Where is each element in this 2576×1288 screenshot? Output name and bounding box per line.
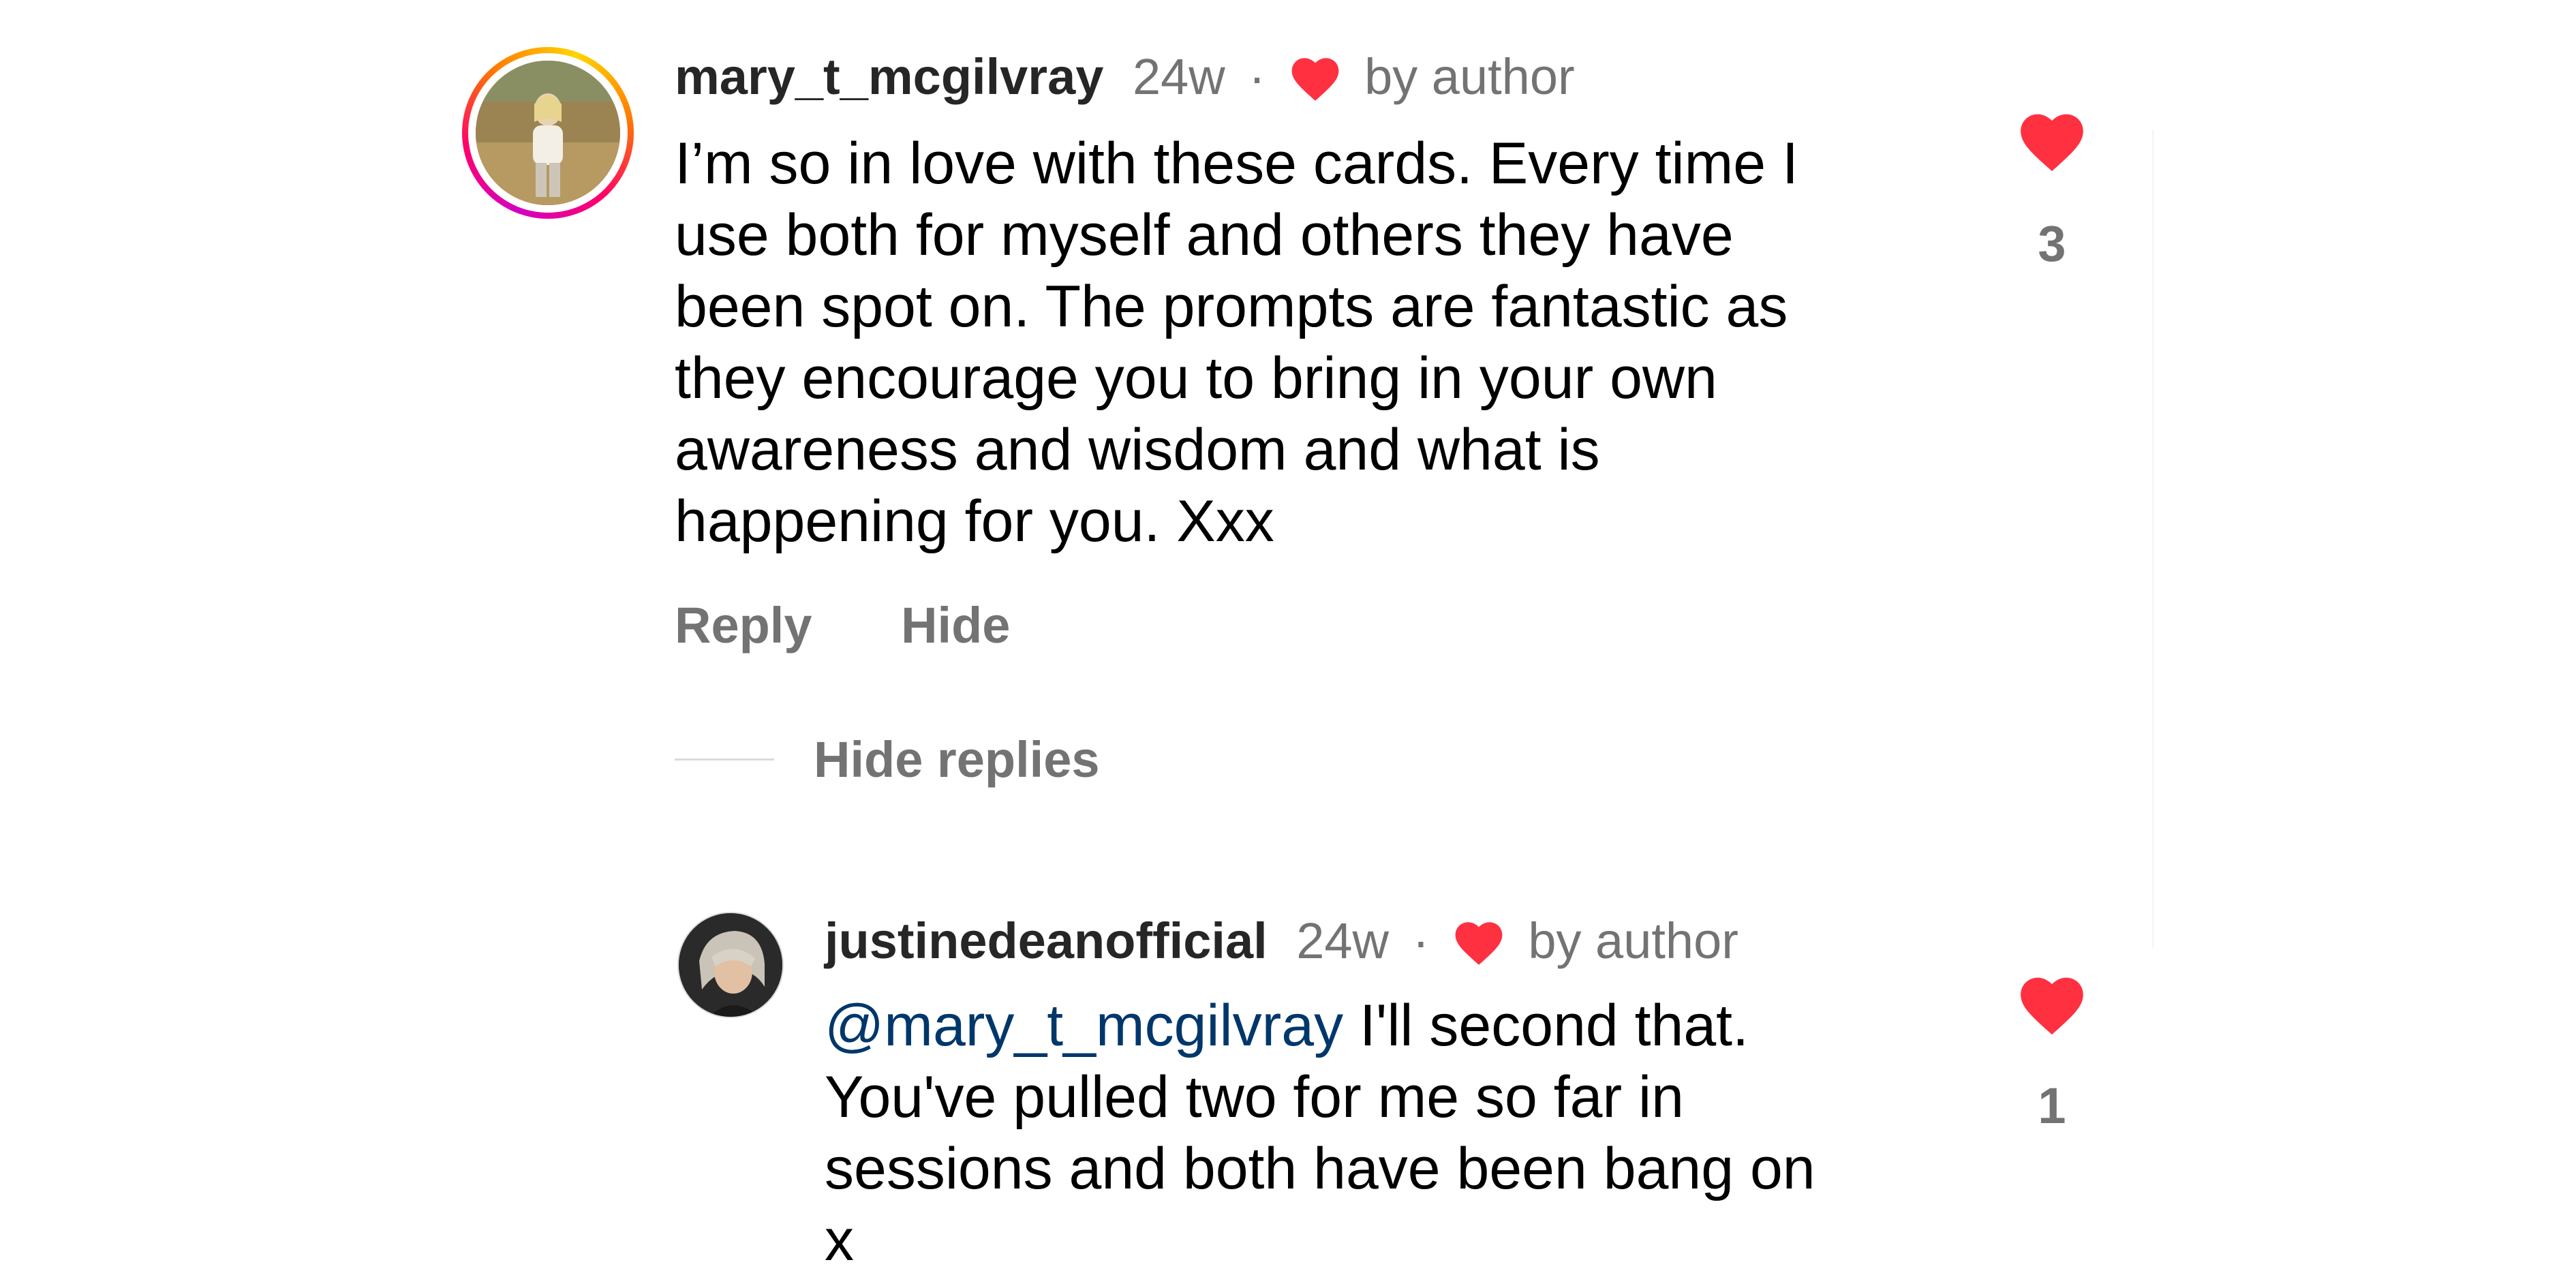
like-count: 1: [2038, 1077, 2066, 1134]
liked-by-author: by author: [1528, 913, 1738, 969]
avatar: [476, 61, 620, 205]
avatar-story-ring[interactable]: [462, 47, 634, 219]
reply-button[interactable]: Reply: [675, 597, 812, 654]
reply-username[interactable]: justinedeanofficial: [825, 913, 1268, 969]
comment-username[interactable]: mary_t_mcgilvray: [675, 48, 1103, 105]
reply-header: justinedeanofficial 24w · by author: [825, 910, 1738, 980]
comment-time: 24w: [1132, 48, 1225, 105]
comment-text-line: I’m so in love with these cards. Every t…: [675, 131, 1798, 196]
reply-time: 24w: [1296, 913, 1389, 969]
hide-replies-button[interactable]: Hide replies: [814, 729, 1100, 791]
heart-icon: [1452, 917, 1506, 980]
hide-replies-line: [675, 758, 774, 761]
like-heart-icon[interactable]: [2015, 108, 2089, 177]
comment-actions: Reply Hide: [675, 595, 1010, 656]
reply-text: @mary_t_mcgilvray I'll second that. You'…: [825, 990, 1815, 1276]
heart-icon: [1288, 53, 1343, 116]
mention-link[interactable]: @mary_t_mcgilvray: [825, 993, 1343, 1058]
liked-by-author: by author: [1364, 48, 1575, 105]
comment-text: I’m so in love with these cards. Every t…: [675, 128, 1798, 557]
comment-text-line: they encourage you to bring in your own: [675, 346, 1717, 411]
reply-text-line: x: [825, 1208, 854, 1273]
comment-text-line: happening for you. Xxx: [675, 489, 1274, 554]
comment-header: mary_t_mcgilvray 24w · by author: [675, 46, 1575, 116]
like-count: 3: [2038, 215, 2066, 272]
hide-button[interactable]: Hide: [901, 597, 1010, 654]
comment-text-line: awareness and wisdom and what is: [675, 417, 1600, 482]
divider: [2152, 129, 2153, 947]
comment-text-line: use both for myself and others they have: [675, 202, 1734, 268]
separator-dot: ·: [1412, 913, 1430, 969]
separator-dot: ·: [1248, 48, 1266, 105]
reply-text-fragment: I'll second that.: [1343, 993, 1749, 1058]
reply-text-line: sessions and both have been bang on: [825, 1136, 1815, 1201]
reply-avatar[interactable]: [677, 912, 784, 1018]
comment-text-line: been spot on. The prompts are fantastic …: [675, 274, 1788, 339]
reply-text-line: You've pulled two for me so far in: [825, 1064, 1684, 1130]
reply-text-line: @mary_t_mcgilvray I'll second that.: [825, 990, 1815, 1062]
like-heart-icon[interactable]: [2015, 971, 2089, 1040]
